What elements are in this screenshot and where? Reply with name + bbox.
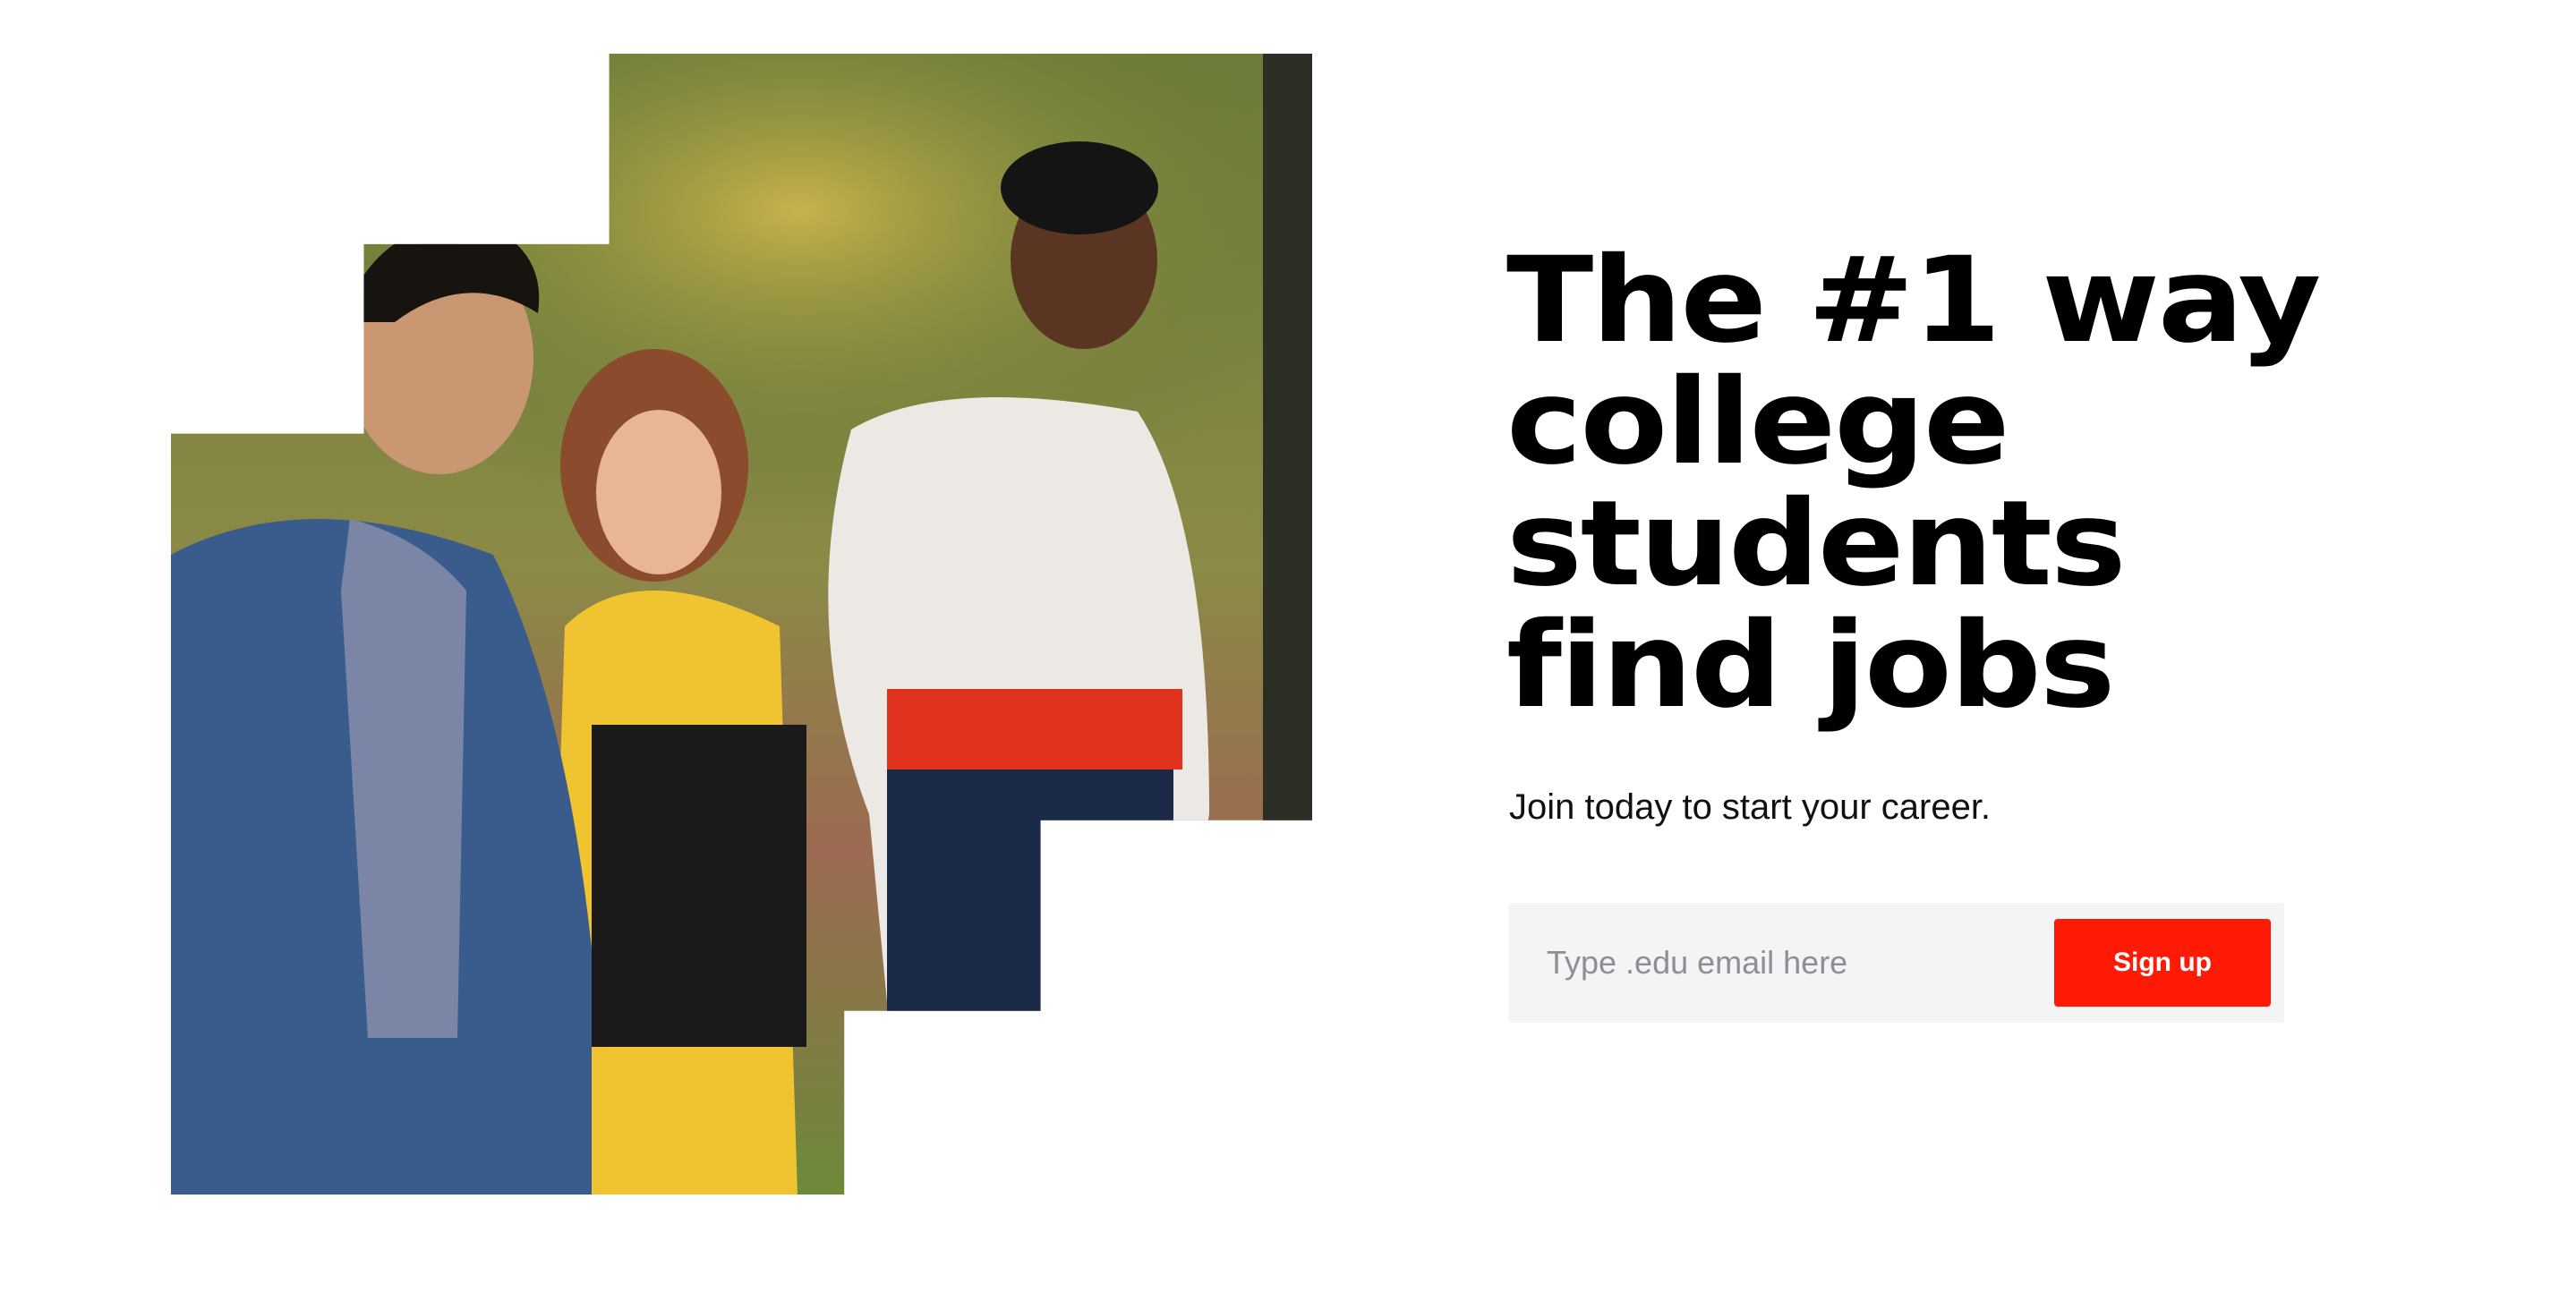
headline-line-4: find jobs — [1506, 597, 2115, 735]
hero-photo — [171, 54, 1312, 1195]
email-input[interactable] — [1509, 903, 2046, 1023]
students-illustration — [171, 54, 1312, 1195]
headline-line-1: The #1 way — [1506, 232, 2321, 370]
sign-up-button[interactable]: Sign up — [2054, 919, 2271, 1007]
signup-form: Sign up — [1509, 903, 2284, 1023]
headline-line-2: college — [1506, 353, 2010, 491]
subheading: Join today to start your career. — [1509, 787, 1992, 827]
headline-line-3: students — [1506, 475, 2127, 613]
page-headline: The #1 way college students find jobs — [1506, 240, 2512, 727]
